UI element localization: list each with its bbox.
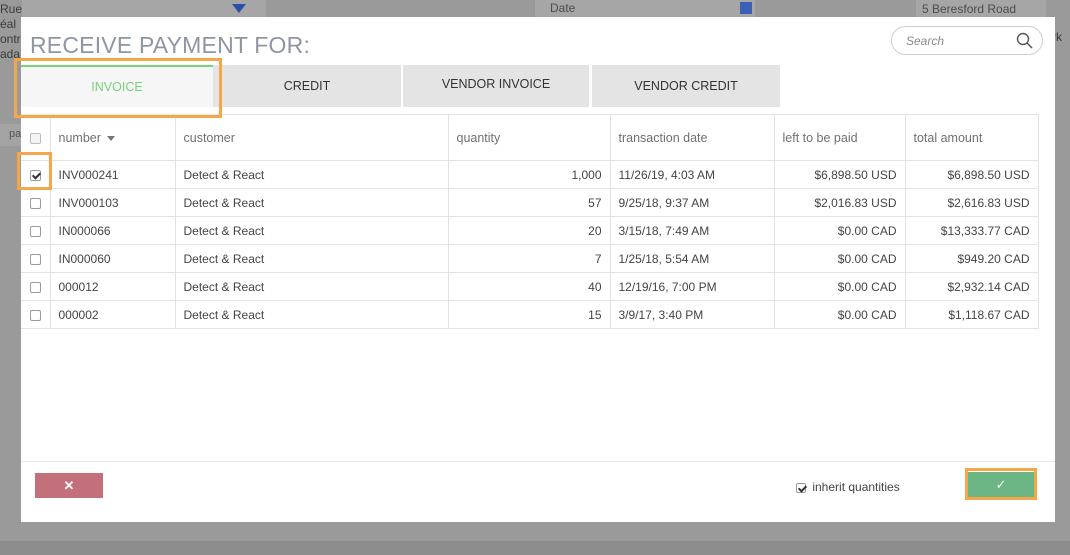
inherit-quantities-label: inherit quantities (812, 480, 900, 494)
invoice-table-container: number customer quantity transaction dat… (21, 114, 1055, 329)
column-customer[interactable]: customer (175, 114, 449, 161)
table-row[interactable]: INV000103 Detect & React 57 9/25/18, 9:37 A… (21, 188, 1039, 217)
cell-number: 000012 (50, 272, 176, 301)
table-header-row: number customer quantity transaction dat… (21, 114, 1039, 161)
row-checkbox-cell (21, 160, 51, 189)
cell-total-amount: $1,118.67 CAD (905, 300, 1039, 329)
table-row[interactable]: IN000066 Detect & React 20 3/15/18, 7:49 AM… (21, 216, 1039, 245)
cell-total-amount: $13,333.77 CAD (905, 216, 1039, 245)
cell-left-to-be-paid: $0.00 CAD (774, 244, 906, 273)
column-total-amount[interactable]: total amount (905, 114, 1039, 161)
cell-customer: Detect & React (175, 300, 449, 329)
row-checkbox-cell (21, 188, 51, 217)
footer-divider (21, 461, 1055, 462)
cancel-button[interactable]: ✕ (35, 473, 103, 498)
cell-transaction-date: 11/26/19, 4:03 AM (610, 160, 775, 189)
row-checkbox-cell (21, 300, 51, 329)
cell-transaction-date: 9/25/18, 9:37 AM (610, 188, 775, 217)
row-checkbox[interactable] (29, 225, 41, 237)
cell-left-to-be-paid: $0.00 CAD (774, 216, 906, 245)
tab-credit[interactable]: CREDIT (213, 65, 401, 107)
row-checkbox-cell (21, 244, 51, 273)
row-checkbox-cell (21, 272, 51, 301)
cell-transaction-date: 3/15/18, 7:49 AM (610, 216, 775, 245)
cell-left-to-be-paid: $0.00 CAD (774, 272, 906, 301)
dropdown-arrow-icon (232, 4, 246, 13)
row-checkbox[interactable] (29, 253, 41, 265)
cell-number: INV000103 (50, 188, 176, 217)
cell-total-amount: $2,616.83 USD (905, 188, 1039, 217)
search-box (891, 26, 1043, 55)
table-row[interactable]: INV000241 Detect & React 1,000 11/26/19, 4:… (21, 160, 1039, 189)
tab-bar: INVOICE CREDIT VENDOR INVOICE VENDOR CRE… (21, 65, 781, 107)
background-date-field: Date (535, 0, 755, 18)
cell-quantity: 7 (448, 244, 611, 273)
cell-customer: Detect & React (175, 244, 449, 273)
background-bottom-strip (0, 541, 1070, 555)
tab-invoice[interactable]: INVOICE (21, 65, 213, 107)
row-checkbox[interactable] (29, 197, 41, 209)
cell-transaction-date: 1/25/18, 5:54 AM (610, 244, 775, 273)
cell-quantity: 1,000 (448, 160, 611, 189)
select-all-checkbox[interactable] (29, 132, 41, 144)
background-address-field: 5 Beresford Road (916, 0, 1046, 18)
search-input[interactable] (906, 32, 1011, 49)
calendar-icon (740, 2, 752, 14)
column-left-to-be-paid[interactable]: left to be paid (774, 114, 906, 161)
modal-title: RECEIVE PAYMENT FOR: (30, 32, 311, 58)
row-checkbox[interactable] (29, 309, 41, 321)
cell-customer: Detect & React (175, 188, 449, 217)
cell-left-to-be-paid: $6,898.50 USD (774, 160, 906, 189)
row-checkbox-cell (21, 216, 51, 245)
inherit-quantities-checkbox[interactable] (796, 482, 806, 493)
cell-total-amount: $949.20 CAD (905, 244, 1039, 273)
cell-transaction-date: 12/19/16, 7:00 PM (610, 272, 775, 301)
cell-number: 000002 (50, 300, 176, 329)
cell-total-amount: $6,898.50 USD (905, 160, 1039, 189)
cell-transaction-date: 3/9/17, 3:40 PM (610, 300, 775, 329)
background-address-text: Rue Deal éal ontr ada (0, 2, 22, 61)
confirm-button[interactable]: ✓ (968, 472, 1034, 497)
invoice-table: number customer quantity transaction dat… (21, 114, 1039, 329)
cell-total-amount: $2,932.14 CAD (905, 272, 1039, 301)
column-transaction-date[interactable]: transaction date (610, 114, 775, 161)
search-icon[interactable] (1016, 32, 1033, 49)
tab-vendor-credit[interactable]: VENDOR CREDIT (592, 65, 780, 107)
cell-quantity: 40 (448, 272, 611, 301)
column-quantity[interactable]: quantity (448, 114, 611, 161)
row-checkbox[interactable] (29, 169, 41, 181)
receive-payment-modal: RECEIVE PAYMENT FOR: INVOICE CREDIT VEND… (14, 17, 1055, 522)
table-row[interactable]: 000002 Detect & React 15 3/9/17, 3:40 PM $0.… (21, 300, 1039, 329)
cell-left-to-be-paid: $2,016.83 USD (774, 188, 906, 217)
cell-number: IN000066 (50, 216, 176, 245)
cell-customer: Detect & React (175, 160, 449, 189)
cell-customer: Detect & React (175, 272, 449, 301)
cell-left-to-be-paid: $0.00 CAD (774, 300, 906, 329)
cell-number: IN000060 (50, 244, 176, 273)
cell-customer: Detect & React (175, 216, 449, 245)
table-row[interactable]: IN000060 Detect & React 7 1/25/18, 5:54 AM $… (21, 244, 1039, 273)
select-all-cell (21, 114, 51, 161)
tab-vendor-invoice[interactable]: VENDOR INVOICE (403, 65, 589, 107)
column-number[interactable]: number (50, 114, 176, 161)
cell-quantity: 57 (448, 188, 611, 217)
inherit-quantities-option[interactable]: inherit quantities (796, 480, 900, 494)
sort-desc-icon (106, 135, 115, 141)
background-pa-label: pa (0, 124, 22, 146)
row-checkbox[interactable] (29, 281, 41, 293)
table-row[interactable]: 000012 Detect & React 40 12/19/16, 7:00 PM $… (21, 272, 1039, 301)
cell-quantity: 20 (448, 216, 611, 245)
cell-quantity: 15 (448, 300, 611, 329)
cell-number: INV000241 (50, 160, 176, 189)
background-dropdown (22, 0, 266, 18)
